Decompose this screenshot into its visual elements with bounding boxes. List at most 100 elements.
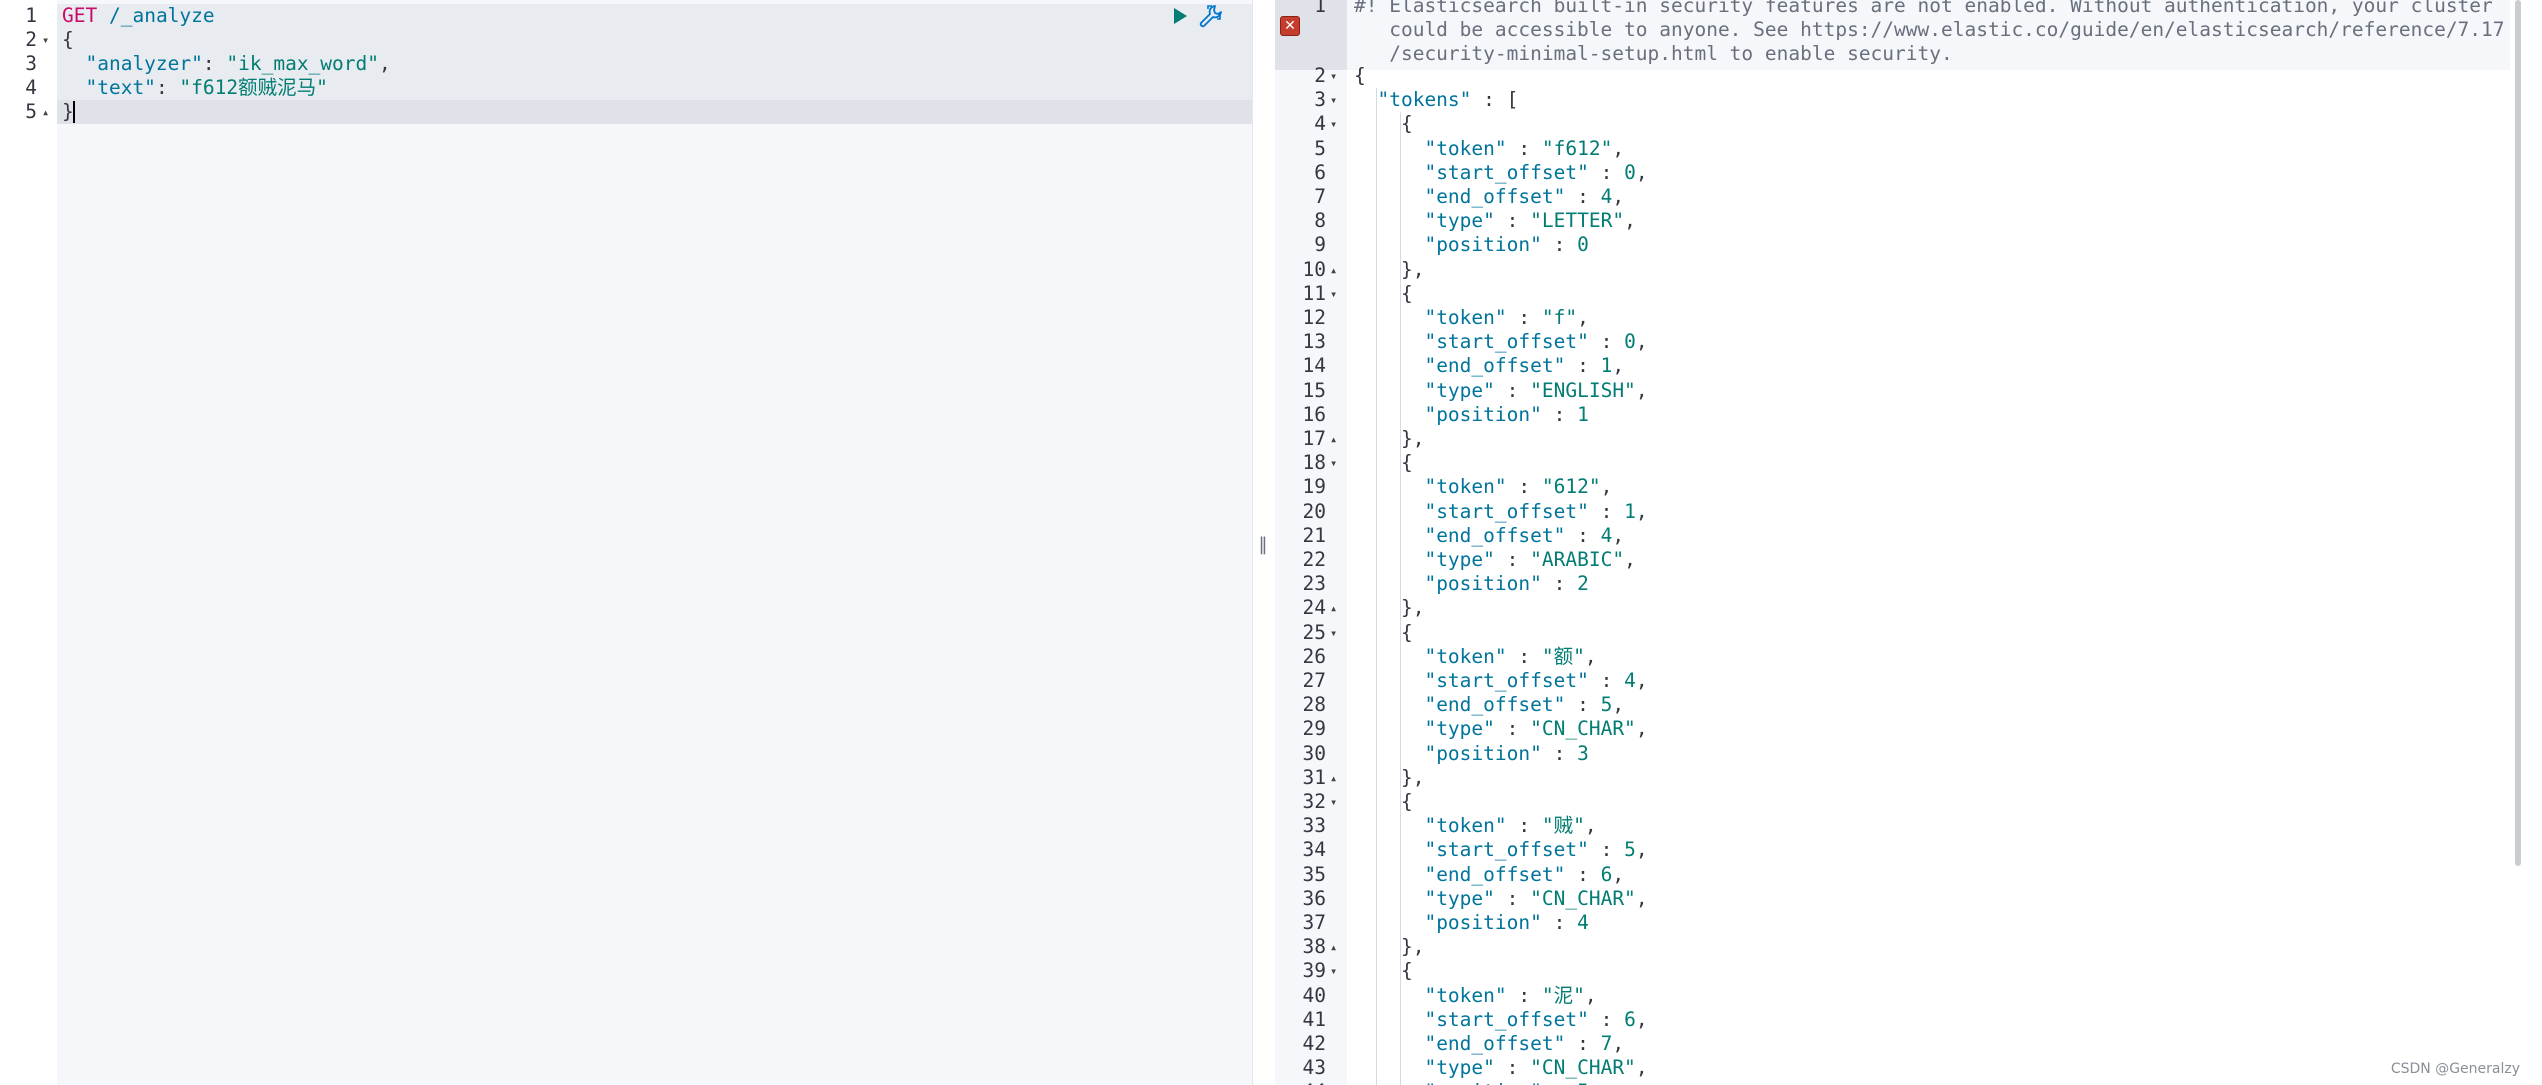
code-line: "end_offset" : 6, [1354,863,1624,887]
code-token: 4 [1600,523,1613,547]
code-token: , [1635,669,1648,692]
line-number: 19 [1302,475,1326,499]
line-number: 2 [1314,64,1326,87]
code-token: , [1612,693,1625,717]
line-number: 31 [1302,765,1326,789]
code-token: : [1588,838,1625,862]
code-token: "ARABIC" [1530,548,1625,571]
line-number: 20 [1302,499,1326,523]
code-line: "token" : "泥", [1354,983,1596,1008]
code-line: "type" : "LETTER", [1354,209,1635,233]
unfold-toggle-icon[interactable]: ▴ [1330,766,1342,790]
response-viewer[interactable]: ✕ 1 #! Elasticsearch built-in security fe… [1275,0,2510,1085]
line-number: 41 [1302,1007,1326,1031]
fold-toggle-icon[interactable]: ▾ [1330,959,1342,983]
fold-toggle-icon[interactable]: ▾ [1330,88,1342,112]
code-token: "start_offset" [1424,160,1589,184]
code-line: "tokens" : [ [1354,88,1518,112]
code-token: { [62,28,74,51]
fold-toggle-icon[interactable]: ▾ [1330,790,1342,814]
code-token: : [1565,185,1601,208]
code-line: "end_offset" : 4, [1354,524,1624,548]
code-token: "end_offset" [1424,354,1566,378]
code-line: { [1354,64,1366,88]
code-line: "token" : "额", [1354,644,1596,669]
code-line: } [62,100,74,124]
code-token: }, [1354,427,1425,450]
code-token: 5 [1600,693,1613,717]
code-token: "type" [1424,1056,1495,1080]
unfold-toggle-icon[interactable]: ▴ [1330,596,1342,620]
code-token: 0 [1624,330,1636,354]
unfold-toggle-icon[interactable]: ▴ [42,100,54,124]
line-number: 18 [1302,451,1326,475]
line-number: 17 [1302,427,1326,450]
code-token: "end_offset" [1424,523,1566,547]
request-editor[interactable]: 1 GET /_analyze 2 ▾ {3 "analyzer": "ik_max_w… [0,0,1252,1085]
code-line: "position" : 4 [1354,911,1588,935]
fold-toggle-icon[interactable]: ▾ [1330,451,1342,475]
code-token: : [1542,1080,1577,1085]
line-number: 5 [25,100,37,123]
line-number: 24 [1302,596,1326,620]
fold-toggle-icon[interactable]: ▾ [1330,621,1342,645]
run-request-button[interactable] [1170,6,1190,26]
line-number: 43 [1302,1056,1326,1080]
request-settings-button[interactable] [1198,3,1224,29]
code-token: "CN_CHAR" [1530,886,1636,910]
code-token: 1 [1624,499,1636,523]
unfold-toggle-icon[interactable]: ▴ [1330,935,1342,959]
code-token: "泥" [1541,983,1585,1007]
code-token: "f" [1541,306,1578,329]
code-token: 2 [1577,572,1589,596]
line-number: 9 [1314,233,1326,257]
code-token: "额" [1541,644,1585,668]
code-token: : [1494,209,1531,233]
code-token: : [1588,330,1625,354]
scrollbar-thumb[interactable] [2515,0,2521,866]
pane-resize-handle[interactable]: ‖ [1258,533,1268,557]
line-number: 38 [1302,935,1326,959]
code-line: "position" : 5 [1354,1080,1589,1085]
code-token: , [1612,523,1625,547]
line-number: 39 [1302,959,1326,983]
watermark: CSDN @Generalzy [2390,1061,2520,1077]
code-token: , [1612,862,1625,886]
code-line: "start_offset" : 4, [1354,669,1648,693]
line-number: 27 [1302,669,1326,692]
fold-toggle-icon[interactable]: ▾ [1330,64,1342,88]
fold-toggle-icon[interactable]: ▾ [1330,282,1342,306]
code-token: , [1584,814,1597,838]
line-number: 40 [1302,983,1326,1007]
code-token: , [1577,306,1589,329]
code-token: 5 [1577,1080,1589,1085]
line-number: 3 [1314,88,1326,112]
code-token: 6 [1624,1007,1636,1031]
code-token: 5 [1624,838,1636,862]
fold-toggle-icon[interactable]: ▾ [1330,112,1342,136]
code-token: : [1541,233,1578,257]
request-content[interactable] [57,0,1252,1085]
line-number: 8 [1314,209,1326,233]
close-icon[interactable]: ✕ [1280,16,1300,36]
indent-guide [1376,88,1377,1085]
code-token: "start_offset" [1424,499,1589,523]
code-token: "end_offset" [1424,862,1566,886]
code-line: "token" : "612", [1354,475,1612,499]
unfold-toggle-icon[interactable]: ▴ [1330,258,1342,282]
code-line: { [1354,959,1413,983]
fold-toggle-icon[interactable]: ▾ [42,28,54,52]
unfold-toggle-icon[interactable]: ▴ [1330,427,1342,451]
line-number: 14 [1302,354,1326,378]
line-number: 30 [1302,741,1326,765]
